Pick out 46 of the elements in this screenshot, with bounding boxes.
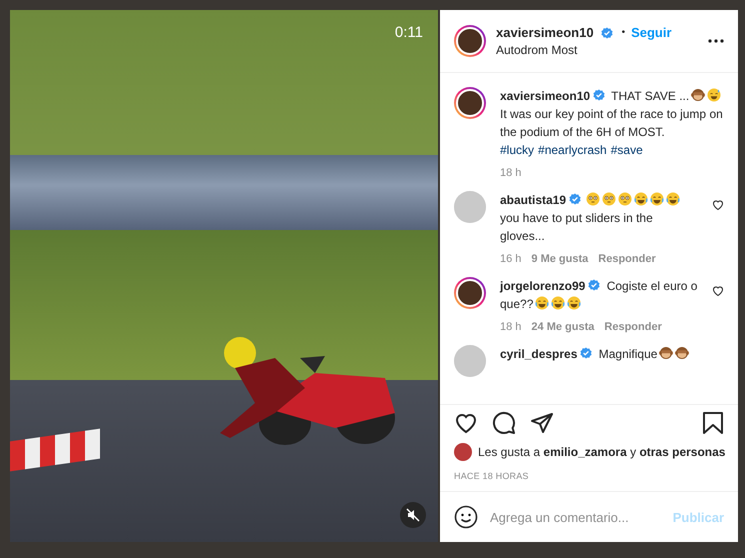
monkey-face-icon: [691, 88, 706, 102]
laughing-face-icon: [666, 192, 680, 206]
separator-dot: •: [622, 27, 626, 38]
emoji-smiley-icon[interactable]: [454, 505, 478, 529]
username[interactable]: xaviersimeon10: [496, 25, 594, 40]
flushed-face-icon: [618, 192, 632, 206]
laughing-face-icon: [535, 296, 550, 310]
more-options-icon[interactable]: [708, 39, 724, 43]
comment-text: jorgelorenzo99 Cogiste el euro o que??: [500, 278, 698, 313]
heart-icon[interactable]: [712, 285, 724, 297]
laughing-face-icon: [650, 192, 664, 206]
sweating-face-icon: [707, 88, 722, 102]
heart-icon[interactable]: [712, 199, 724, 211]
comment-bubble-icon[interactable]: [492, 411, 516, 435]
post-date: HACE 18 HORAS: [453, 470, 530, 483]
monkey-face-icon: [675, 346, 690, 360]
hashtag-link[interactable]: #lucky: [500, 141, 534, 159]
comment-text: abautista19 you have to put sliders in the gloves...: [500, 191, 698, 245]
hashtag-link[interactable]: #nearlycrash: [538, 141, 607, 159]
username[interactable]: xaviersimeon10: [500, 89, 590, 103]
monkey-face-icon: [659, 346, 674, 360]
flushed-face-icon: [586, 192, 600, 206]
comment-time: 18 h: [500, 321, 522, 333]
username[interactable]: abautista19: [500, 193, 566, 207]
location-link[interactable]: Autodrom Most: [496, 43, 698, 57]
comment-time: 16 h: [500, 253, 522, 265]
hashtag-link[interactable]: #save: [610, 141, 643, 159]
paper-plane-icon[interactable]: [530, 411, 554, 435]
video-time: 0:11: [394, 24, 423, 41]
flushed-face-icon: [602, 192, 616, 206]
likes-text: Les gusta a emilio_zamora y otras personas: [478, 445, 726, 459]
laughing-face-icon: [634, 192, 648, 206]
post-time: 18 h: [500, 167, 522, 179]
comment-text: cyril_despres Magnifique: [500, 345, 724, 363]
avatar-icon[interactable]: [454, 25, 486, 57]
liker-avatar-icon: [454, 443, 472, 461]
avatar-icon[interactable]: [454, 277, 486, 309]
caption-text: xaviersimeon10 THAT SAVE ... It was our key point of the race to jump on the podium of the 6H of MOST.: [500, 87, 724, 141]
bookmark-icon[interactable]: [702, 411, 724, 435]
heart-icon[interactable]: [454, 411, 478, 435]
username[interactable]: cyril_despres: [500, 347, 578, 361]
muted-speaker-icon: [406, 508, 420, 522]
avatar-icon[interactable]: [454, 87, 486, 119]
laughing-face-icon: [551, 296, 566, 310]
laughing-face-icon: [567, 296, 582, 310]
username[interactable]: jorgelorenzo99: [500, 279, 586, 293]
